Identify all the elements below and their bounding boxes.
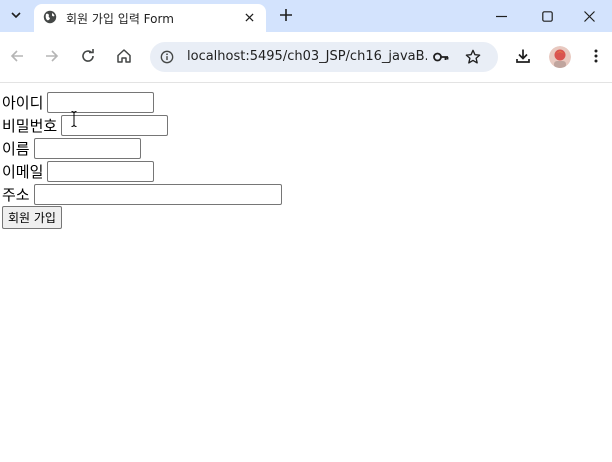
plus-icon — [280, 9, 292, 21]
arrow-left-icon — [10, 50, 23, 62]
tab-search-button[interactable] — [6, 4, 26, 26]
close-icon — [583, 10, 595, 22]
form-row-password: 비밀번호 — [2, 114, 169, 136]
key-icon — [433, 52, 449, 62]
close-window-button[interactable] — [566, 0, 612, 32]
name-label: 이름 — [2, 139, 30, 158]
globe-icon — [43, 10, 57, 24]
email-input[interactable] — [47, 160, 155, 182]
home-button[interactable] — [112, 44, 136, 68]
home-icon — [117, 49, 131, 63]
id-input[interactable] — [47, 91, 155, 113]
password-label: 비밀번호 — [2, 116, 58, 135]
bookmark-star-button[interactable] — [464, 48, 482, 66]
tab-close-button[interactable] — [240, 8, 258, 26]
kebab-menu-icon — [594, 49, 598, 63]
url-text[interactable]: localhost:5495/ch03_JSP/ch16_javaB... — [187, 49, 427, 64]
star-icon — [465, 49, 481, 64]
address-bar[interactable]: localhost:5495/ch03_JSP/ch16_javaB... — [150, 42, 498, 72]
maximize-button[interactable] — [524, 0, 570, 32]
id-label: 아이디 — [2, 93, 44, 112]
new-tab-button[interactable] — [276, 5, 296, 25]
form-row-name: 이름 — [2, 137, 141, 159]
form-row-email: 이메일 — [2, 160, 155, 182]
password-key-button[interactable] — [432, 48, 450, 66]
arrow-right-icon — [46, 50, 59, 62]
form-row-address: 주소 — [2, 183, 282, 205]
profile-avatar[interactable] — [549, 46, 571, 68]
downloads-button[interactable] — [511, 44, 535, 68]
minimize-icon — [495, 15, 507, 17]
address-label: 주소 — [2, 185, 30, 204]
active-tab[interactable]: 회원 가입 입력 Form — [34, 4, 266, 32]
avatar-image — [549, 46, 571, 68]
tab-title: 회원 가입 입력 Form — [66, 12, 174, 26]
page-content: 아이디 비밀번호 이름 이메일 주소 회원 가입 — [0, 82, 612, 462]
back-button[interactable] — [5, 44, 29, 68]
forward-button[interactable] — [40, 44, 64, 68]
minimize-button[interactable] — [478, 0, 524, 32]
tab-strip: 회원 가입 입력 Form — [0, 0, 612, 32]
download-icon — [516, 49, 530, 63]
menu-button[interactable] — [584, 44, 608, 68]
maximize-icon — [541, 10, 553, 22]
close-icon — [244, 12, 254, 22]
info-icon — [160, 50, 174, 64]
chevron-down-icon — [11, 12, 21, 19]
reload-button[interactable] — [76, 44, 100, 68]
form-row-id: 아이디 — [2, 91, 155, 113]
password-input[interactable] — [61, 114, 169, 136]
name-input[interactable] — [33, 137, 141, 159]
address-input[interactable] — [33, 183, 282, 205]
email-label: 이메일 — [2, 162, 44, 181]
signup-submit-button[interactable]: 회원 가입 — [2, 206, 62, 229]
browser-toolbar: localhost:5495/ch03_JSP/ch16_javaB... — [0, 32, 612, 83]
reload-icon — [82, 49, 94, 62]
text-cursor-icon — [71, 111, 77, 127]
site-info-button[interactable] — [158, 48, 176, 66]
